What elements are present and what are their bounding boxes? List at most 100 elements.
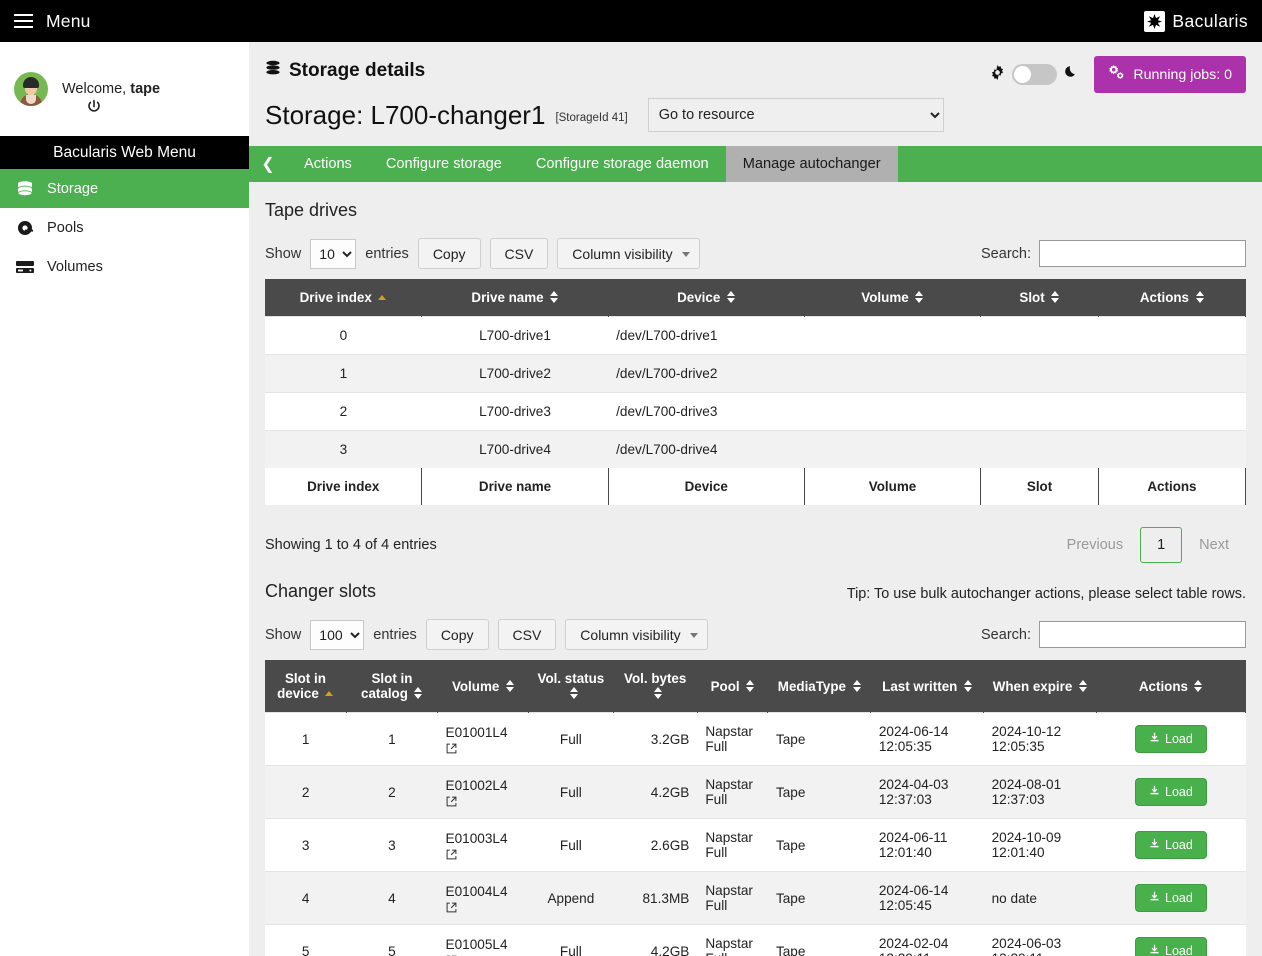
table-row[interactable]: 2 2 E01002L4 Full 4.2GB Napstar Full Tape 2024-… <box>265 765 1246 819</box>
sidebar-item-volumes[interactable]: Volumes <box>0 247 249 286</box>
sort-icon <box>726 291 735 304</box>
th-drive-name[interactable]: Drive name <box>421 279 609 317</box>
menu-label: Menu <box>46 10 91 31</box>
cell-when-expire: 2024-08-01 12:37:03 <box>983 765 1097 819</box>
power-icon[interactable] <box>86 99 102 115</box>
th-device[interactable]: Device <box>608 279 805 317</box>
th-slot-in-device[interactable]: Slot in device <box>265 660 347 713</box>
load-button[interactable]: Load <box>1135 884 1207 912</box>
drives-copy-button[interactable]: Copy <box>417 238 481 269</box>
tf-drive-name: Drive name <box>421 468 609 505</box>
sidebar-item-pools[interactable]: Pools <box>0 208 249 247</box>
hamburger-icon <box>14 13 33 29</box>
tf-slot: Slot <box>980 468 1099 505</box>
tab-actions[interactable]: Actions <box>287 146 369 182</box>
external-link-icon[interactable] <box>446 901 457 913</box>
th-volume[interactable]: Volume <box>804 279 982 317</box>
next-page-button[interactable]: Next <box>1182 527 1246 563</box>
tab-configure-storage-daemon[interactable]: Configure storage daemon <box>519 146 726 182</box>
drives-column-visibility-button[interactable]: Column visibility <box>557 238 700 269</box>
th-label: Volume <box>451 678 500 694</box>
cell-slot-in-catalog: 2 <box>346 765 438 819</box>
load-button[interactable]: Load <box>1135 937 1207 956</box>
storage-stack-icon <box>265 60 281 82</box>
table-row[interactable]: 1 L700-drive2 /dev/L700-drive2 <box>265 354 1246 393</box>
th-actions[interactable]: Actions <box>1096 660 1247 713</box>
th-vol-status[interactable]: Vol. status <box>528 660 614 713</box>
table-row[interactable]: 4 4 E01004L4 Append 81.3MB Napstar Full Tape 20… <box>265 871 1246 925</box>
volume-name[interactable]: E01001L4 <box>446 725 508 740</box>
external-link-icon[interactable] <box>446 848 457 860</box>
external-link-icon[interactable] <box>446 795 457 807</box>
volume-name[interactable]: E01002L4 <box>446 778 508 793</box>
slots-copy-button[interactable]: Copy <box>425 619 489 650</box>
load-button[interactable]: Load <box>1135 725 1207 753</box>
th-when-expire[interactable]: When expire <box>983 660 1097 713</box>
drives-csv-button[interactable]: CSV <box>489 238 549 269</box>
goto-resource-select[interactable]: Go to resource <box>647 98 944 132</box>
tape-drives-title: Tape drives <box>265 200 358 220</box>
theme-toggle[interactable] <box>990 64 1078 85</box>
sort-icon <box>1194 679 1203 692</box>
table-row[interactable]: 0 L700-drive1 /dev/L700-drive1 <box>265 316 1246 355</box>
drives-table-controls: Show 10 entries Copy CSV Column visibili… <box>265 238 1246 269</box>
header-widgets: Running jobs: 0 <box>990 56 1246 93</box>
cell-pool: Napstar Full <box>697 818 768 872</box>
th-label: Actions <box>1138 678 1188 694</box>
tab-manage-autochanger[interactable]: Manage autochanger <box>725 146 898 182</box>
sidebar: Welcome, tape Bacularis Web Menu Storage… <box>0 42 249 956</box>
gears-icon <box>1108 65 1125 84</box>
table-row[interactable]: 3 3 E01003L4 Full 2.6GB Napstar Full Tape 2024-… <box>265 818 1246 872</box>
cell-actions: Load <box>1096 712 1246 766</box>
load-button[interactable]: Load <box>1135 778 1207 806</box>
slots-column-visibility-button[interactable]: Column visibility <box>565 619 708 650</box>
cell-slot <box>980 354 1099 393</box>
th-volume[interactable]: Volume <box>437 660 530 713</box>
table-row[interactable]: 55E01005L4Full4.2GBNapstar FullTape2024-… <box>265 924 1246 956</box>
chevron-left-icon[interactable]: ❮ <box>249 146 287 182</box>
th-pool[interactable]: Pool <box>697 660 769 713</box>
drives-length-select[interactable]: 10 <box>310 238 357 269</box>
th-drive-index[interactable]: Drive index <box>265 279 423 317</box>
cell-drive-index: 1 <box>265 354 422 393</box>
th-slot-in-catalog[interactable]: Slot in catalog <box>346 660 439 713</box>
cell-volume: E01003L4 <box>437 818 529 872</box>
running-jobs-button[interactable]: Running jobs: 0 <box>1094 56 1246 93</box>
previous-page-button[interactable]: Previous <box>1050 527 1140 563</box>
storage-id: [StorageId 41] <box>555 111 628 124</box>
load-button-label: Load <box>1165 838 1193 852</box>
th-slot[interactable]: Slot <box>980 279 1099 317</box>
changer-slots-body: 1 1 E01001L4 Full 3.2GB Napstar Full Tape 2024-… <box>265 712 1246 956</box>
drives-pagination: Previous 1 Next <box>1050 527 1246 563</box>
drives-search-input[interactable] <box>1039 240 1246 267</box>
theme-toggle-switch[interactable] <box>1012 64 1058 85</box>
external-link-icon[interactable] <box>446 742 457 754</box>
page-header: Storage details Running jobs: 0 Storage:… <box>249 42 1262 146</box>
cell-last-written: 2024-02-04 12:29:11 <box>870 924 984 956</box>
th-label: Vol. status <box>537 671 605 686</box>
download-icon <box>1149 732 1160 746</box>
slots-length-select[interactable]: 100 <box>310 619 365 650</box>
th-vol-bytes[interactable]: Vol. bytes <box>613 660 698 713</box>
load-button[interactable]: Load <box>1135 831 1207 859</box>
menu-toggle-button[interactable]: Menu <box>0 11 91 32</box>
volume-name[interactable]: E01004L4 <box>446 884 508 899</box>
th-actions[interactable]: Actions <box>1098 279 1247 317</box>
table-row[interactable]: 3 L700-drive4 /dev/L700-drive4 <box>265 430 1246 468</box>
volume-name[interactable]: E01003L4 <box>446 831 508 846</box>
slots-csv-button[interactable]: CSV <box>497 619 557 650</box>
volume-name[interactable]: E01005L4 <box>446 937 508 952</box>
table-row[interactable]: 2 L700-drive3 /dev/L700-drive3 <box>265 392 1246 431</box>
sort-icon <box>915 291 924 304</box>
table-footer-row: Drive index Drive name Device Volume Slo… <box>265 468 1247 505</box>
tab-configure-storage[interactable]: Configure storage <box>369 146 519 182</box>
slots-search-input[interactable] <box>1039 621 1246 648</box>
cell-actions: Load <box>1096 818 1246 872</box>
sidebar-item-storage[interactable]: Storage <box>0 169 249 208</box>
cell-mediatype: Tape <box>767 818 871 872</box>
cell-slot-in-device: 4 <box>265 871 347 925</box>
page-1-button[interactable]: 1 <box>1140 527 1183 563</box>
th-mediatype[interactable]: MediaType <box>767 660 872 713</box>
table-row[interactable]: 1 1 E01001L4 Full 3.2GB Napstar Full Tape 2024-… <box>265 712 1246 766</box>
th-last-written[interactable]: Last written <box>870 660 985 713</box>
